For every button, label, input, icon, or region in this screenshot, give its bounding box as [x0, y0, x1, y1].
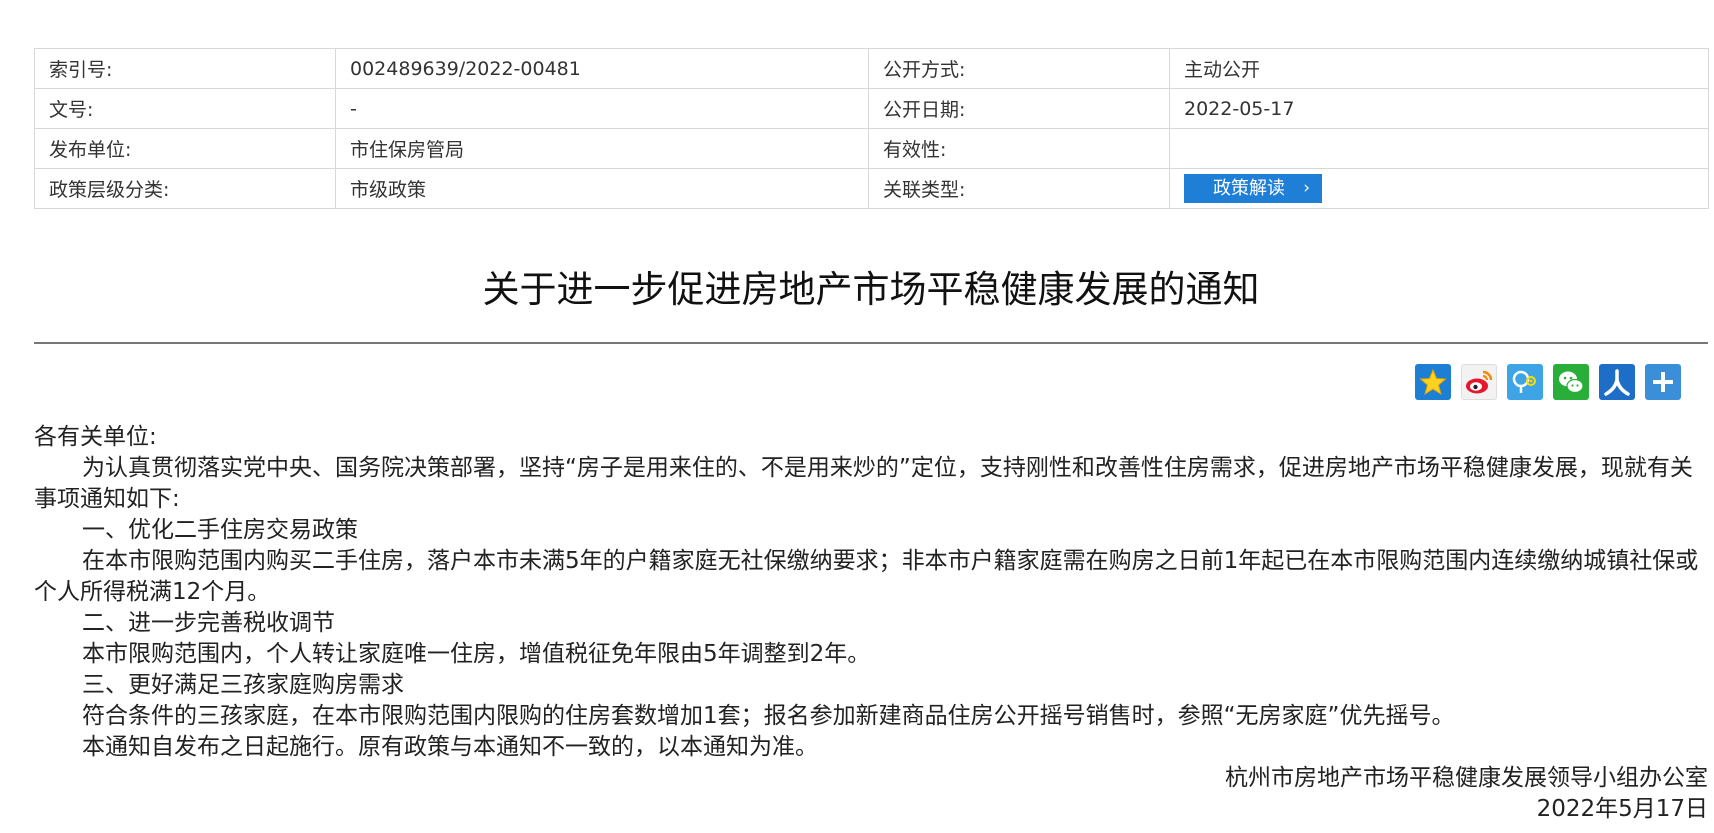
docno-label: 文号: [34, 88, 336, 129]
document-metadata-table: 索引号: 002489639/2022-00481 公开方式: 主动公开 文号:… [34, 48, 1709, 209]
publisher-value: 市住保房管局 [335, 128, 869, 169]
metadata-row: 文号: - 公开日期: 2022-05-17 [34, 88, 1709, 129]
share-toolbar [1415, 364, 1681, 400]
renren-icon[interactable] [1599, 364, 1635, 400]
relation-cell: 政策解读 › [1169, 168, 1709, 209]
closing-paragraph: 本通知自发布之日起施行。原有政策与本通知不一致的，以本通知为准。 [82, 734, 818, 760]
policy-interpretation-button[interactable]: 政策解读 › [1184, 174, 1322, 203]
relation-label: 关联类型: [868, 168, 1170, 209]
date-label: 公开日期: [868, 88, 1170, 129]
validity-label: 有效性: [868, 128, 1170, 169]
salutation: 各有关单位: [34, 424, 157, 450]
favorite-star-icon[interactable] [1415, 364, 1451, 400]
signature-date: 2022年5月17日 [1536, 796, 1708, 822]
weibo-icon[interactable] [1461, 364, 1497, 400]
docno-value: - [335, 88, 869, 129]
signature: 杭州市房地产市场平稳健康发展领导小组办公室 [1225, 765, 1708, 791]
policy-interpretation-label: 政策解读 [1213, 178, 1285, 199]
disclosure-value: 主动公开 [1169, 48, 1709, 89]
level-label: 政策层级分类: [34, 168, 336, 209]
disclosure-label: 公开方式: [868, 48, 1170, 89]
section-paragraph: 在本市限购范围内购买二手住房，落户本市未满5年的户籍家庭无社保缴纳要求；非本市户… [34, 548, 1699, 605]
title-divider [34, 342, 1708, 344]
section-paragraph: 符合条件的三孩家庭，在本市限购范围内限购的住房套数增加1套；报名参加新建商品住房… [82, 703, 1455, 729]
section-heading: 一、优化二手住房交易政策 [82, 517, 358, 543]
wechat-icon[interactable] [1553, 364, 1589, 400]
qzone-icon[interactable] [1507, 364, 1543, 400]
date-value: 2022-05-17 [1169, 88, 1709, 129]
metadata-row: 政策层级分类: 市级政策 关联类型: 政策解读 › [34, 168, 1709, 209]
metadata-row: 索引号: 002489639/2022-00481 公开方式: 主动公开 [34, 48, 1709, 89]
index-label: 索引号: [34, 48, 336, 89]
publisher-label: 发布单位: [34, 128, 336, 169]
level-value: 市级政策 [335, 168, 869, 209]
document-body: 各有关单位: 为认真贯彻落实党中央、国务院决策部署，坚持“房子是用来住的、不是用… [34, 422, 1708, 825]
section-heading: 三、更好满足三孩家庭购房需求 [82, 672, 404, 698]
validity-value [1169, 128, 1709, 169]
intro-paragraph: 为认真贯彻落实党中央、国务院决策部署，坚持“房子是用来住的、不是用来炒的”定位，… [34, 455, 1693, 512]
page-title: 关于进一步促进房地产市场平稳健康发展的通知 [482, 268, 1260, 311]
chevron-right-icon: › [1303, 178, 1310, 198]
metadata-row: 发布单位: 市住保房管局 有效性: [34, 128, 1709, 169]
section-heading: 二、进一步完善税收调节 [82, 610, 335, 636]
index-value: 002489639/2022-00481 [335, 48, 869, 89]
more-plus-icon[interactable] [1645, 364, 1681, 400]
section-paragraph: 本市限购范围内，个人转让家庭唯一住房，增值税征免年限由5年调整到2年。 [82, 641, 871, 667]
